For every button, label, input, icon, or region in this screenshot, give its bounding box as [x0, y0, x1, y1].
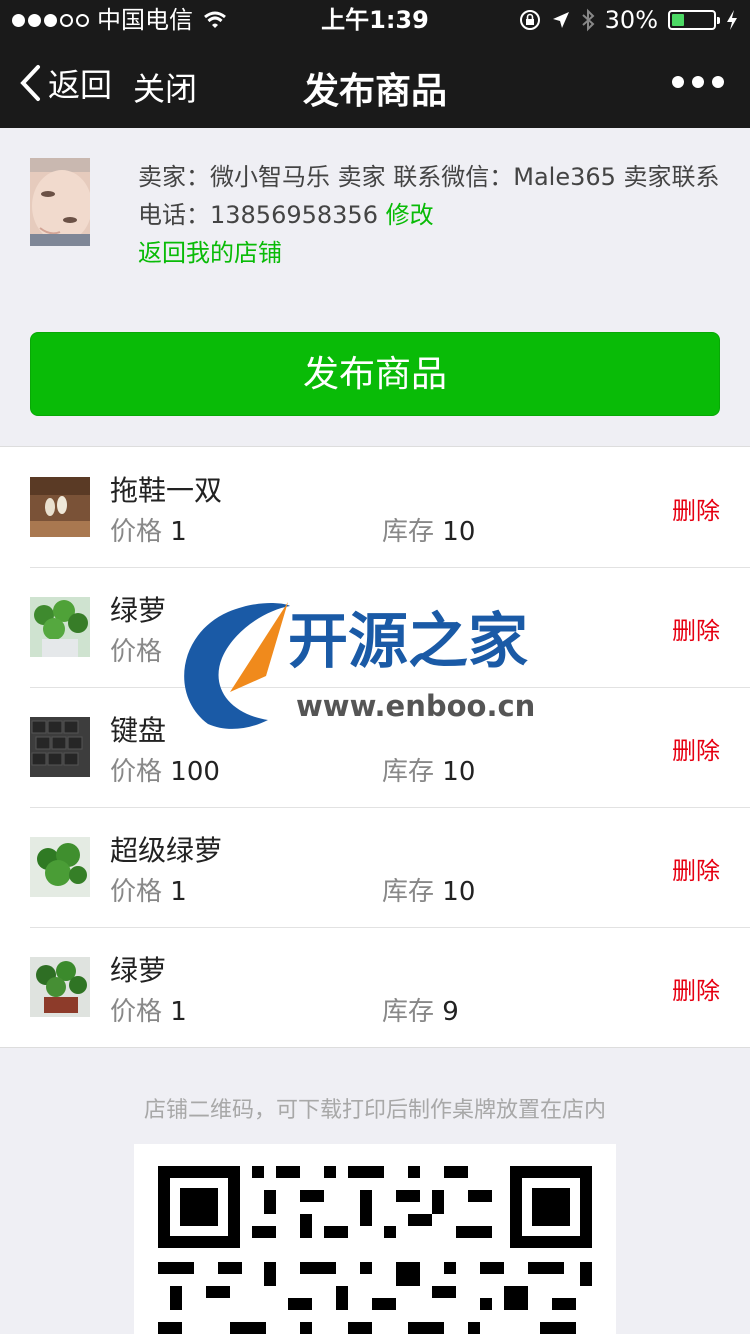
product-name: 绿萝	[110, 954, 167, 987]
list-item[interactable]: 拖鞋一双 价格 1 库存 10 删除	[0, 447, 750, 567]
stock-label: 库存	[382, 877, 435, 907]
list-item[interactable]: 绿萝 价格 1 库存 9 删除	[0, 927, 750, 1047]
product-list: 拖鞋一双 价格 1 库存 10 删除 绿萝 价格 删除 键盘 价格 100 库存…	[0, 446, 750, 1048]
product-price: 价格 1	[110, 871, 187, 908]
stock-value: 10	[442, 877, 476, 907]
avatar	[30, 158, 90, 246]
product-name: 键盘	[110, 714, 167, 747]
seller-line-2: 电话：13856958356 修改	[138, 196, 728, 234]
stock-label: 库存	[382, 757, 435, 787]
product-thumbnail	[30, 957, 90, 1017]
price-value: 1	[170, 517, 187, 547]
delete-button[interactable]: 删除	[672, 731, 720, 766]
price-label: 价格	[110, 757, 163, 787]
product-price: 价格 1	[110, 991, 187, 1028]
charging-bolt-icon	[727, 10, 737, 30]
price-value: 1	[170, 997, 187, 1027]
product-price: 价格	[110, 631, 162, 668]
seller-info: 卖家：微小智马乐 卖家 联系微信：Male365 卖家联系 电话：1385695…	[0, 128, 750, 288]
status-right: 30%	[519, 0, 738, 40]
qr-caption: 店铺二维码，可下载打印后制作桌牌放置在店内	[143, 1098, 606, 1123]
edit-link[interactable]: 修改	[386, 201, 434, 229]
list-item[interactable]: 超级绿萝 价格 1 库存 10 删除	[0, 807, 750, 927]
bluetooth-icon	[581, 8, 595, 32]
stock-value: 10	[442, 517, 476, 547]
delete-button[interactable]: 删除	[672, 971, 720, 1006]
stock-value: 9	[442, 997, 459, 1027]
product-thumbnail	[30, 837, 90, 897]
seller-phone: 电话：13856958356	[138, 201, 386, 229]
list-item[interactable]: 键盘 价格 100 库存 10 删除	[0, 687, 750, 807]
price-label: 价格	[110, 637, 163, 667]
stock-label: 库存	[382, 517, 435, 547]
shop-qr-code[interactable]	[134, 1144, 616, 1334]
price-label: 价格	[110, 877, 163, 907]
product-price: 价格 1	[110, 511, 187, 548]
list-item[interactable]: 绿萝 价格 删除	[0, 567, 750, 687]
page-title: 发布商品	[302, 71, 447, 112]
price-value: 100	[170, 757, 220, 787]
qr-code-image	[158, 1166, 592, 1334]
product-thumbnail	[30, 597, 90, 657]
product-thumbnail	[30, 717, 90, 777]
stock-value: 10	[442, 757, 476, 787]
product-stock: 库存 10	[382, 871, 475, 908]
location-arrow-icon	[552, 12, 569, 28]
product-price: 价格 100	[110, 751, 220, 788]
stock-label: 库存	[382, 997, 435, 1027]
status-bar: 中国电信 上午1:39 30%	[0, 0, 750, 40]
rotation-lock-icon	[519, 10, 540, 30]
seller-line-1: 卖家：微小智马乐 卖家 联系微信：Male365 卖家联系	[138, 163, 720, 191]
product-stock: 库存 10	[382, 751, 475, 788]
product-stock: 库存 10	[382, 511, 475, 548]
back-to-shop-link[interactable]: 返回我的店铺	[138, 234, 728, 272]
publish-product-button[interactable]: 发布商品	[30, 332, 720, 416]
battery-percent: 30%	[604, 6, 658, 34]
delete-button[interactable]: 删除	[672, 611, 720, 646]
product-name: 拖鞋一双	[110, 474, 223, 507]
delete-button[interactable]: 删除	[672, 491, 720, 526]
product-stock: 库存 9	[382, 991, 459, 1028]
product-name: 超级绿萝	[110, 834, 223, 867]
battery-fill	[672, 14, 684, 26]
price-label: 价格	[110, 517, 163, 547]
price-value: 1	[170, 877, 187, 907]
nav-bar: 返回 关闭 发布商品	[0, 40, 750, 128]
delete-button[interactable]: 删除	[672, 851, 720, 886]
product-name: 绿萝	[110, 594, 167, 627]
seller-details: 卖家：微小智马乐 卖家 联系微信：Male365 卖家联系 电话：1385695…	[138, 158, 728, 272]
price-label: 价格	[110, 997, 163, 1027]
more-dots-icon[interactable]	[672, 76, 724, 88]
battery-icon	[668, 10, 720, 30]
product-thumbnail	[30, 477, 90, 537]
